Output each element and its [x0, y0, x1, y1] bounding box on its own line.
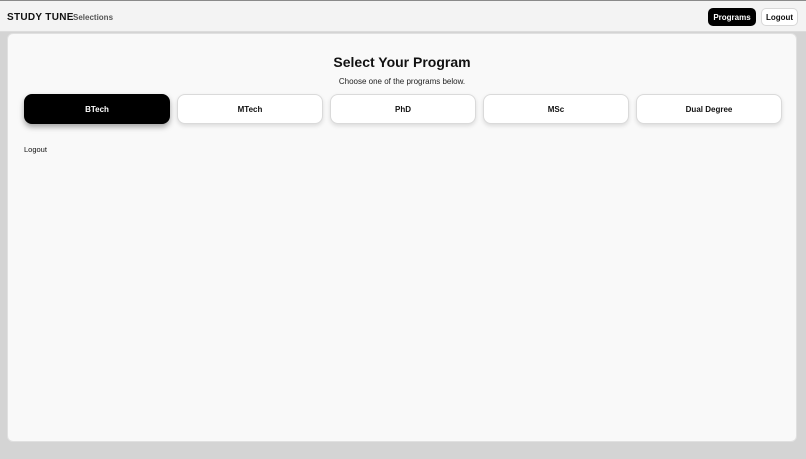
brand-logo-text[interactable]: STUDY TUNE — [7, 12, 74, 23]
page-title: Select Your Program — [333, 54, 471, 70]
breadcrumb-selections: Selections — [73, 13, 114, 22]
program-button-btech[interactable]: BTech — [24, 94, 170, 124]
logout-link[interactable]: Logout — [24, 145, 47, 154]
programs-nav-button[interactable]: Programs — [708, 8, 756, 26]
logout-nav-button[interactable]: Logout — [761, 8, 798, 26]
program-button-phd[interactable]: PhD — [330, 94, 476, 124]
program-button-msc[interactable]: MSc — [483, 94, 629, 124]
page-subtitle: Choose one of the programs below. — [338, 77, 466, 86]
main-card: Select Your Program Choose one of the pr… — [7, 33, 797, 442]
top-bar: STUDY TUNE Selections Programs Logout — [0, 0, 806, 32]
program-button-mtech[interactable]: MTech — [177, 94, 323, 124]
program-button-dual-degree[interactable]: Dual Degree — [636, 94, 782, 124]
